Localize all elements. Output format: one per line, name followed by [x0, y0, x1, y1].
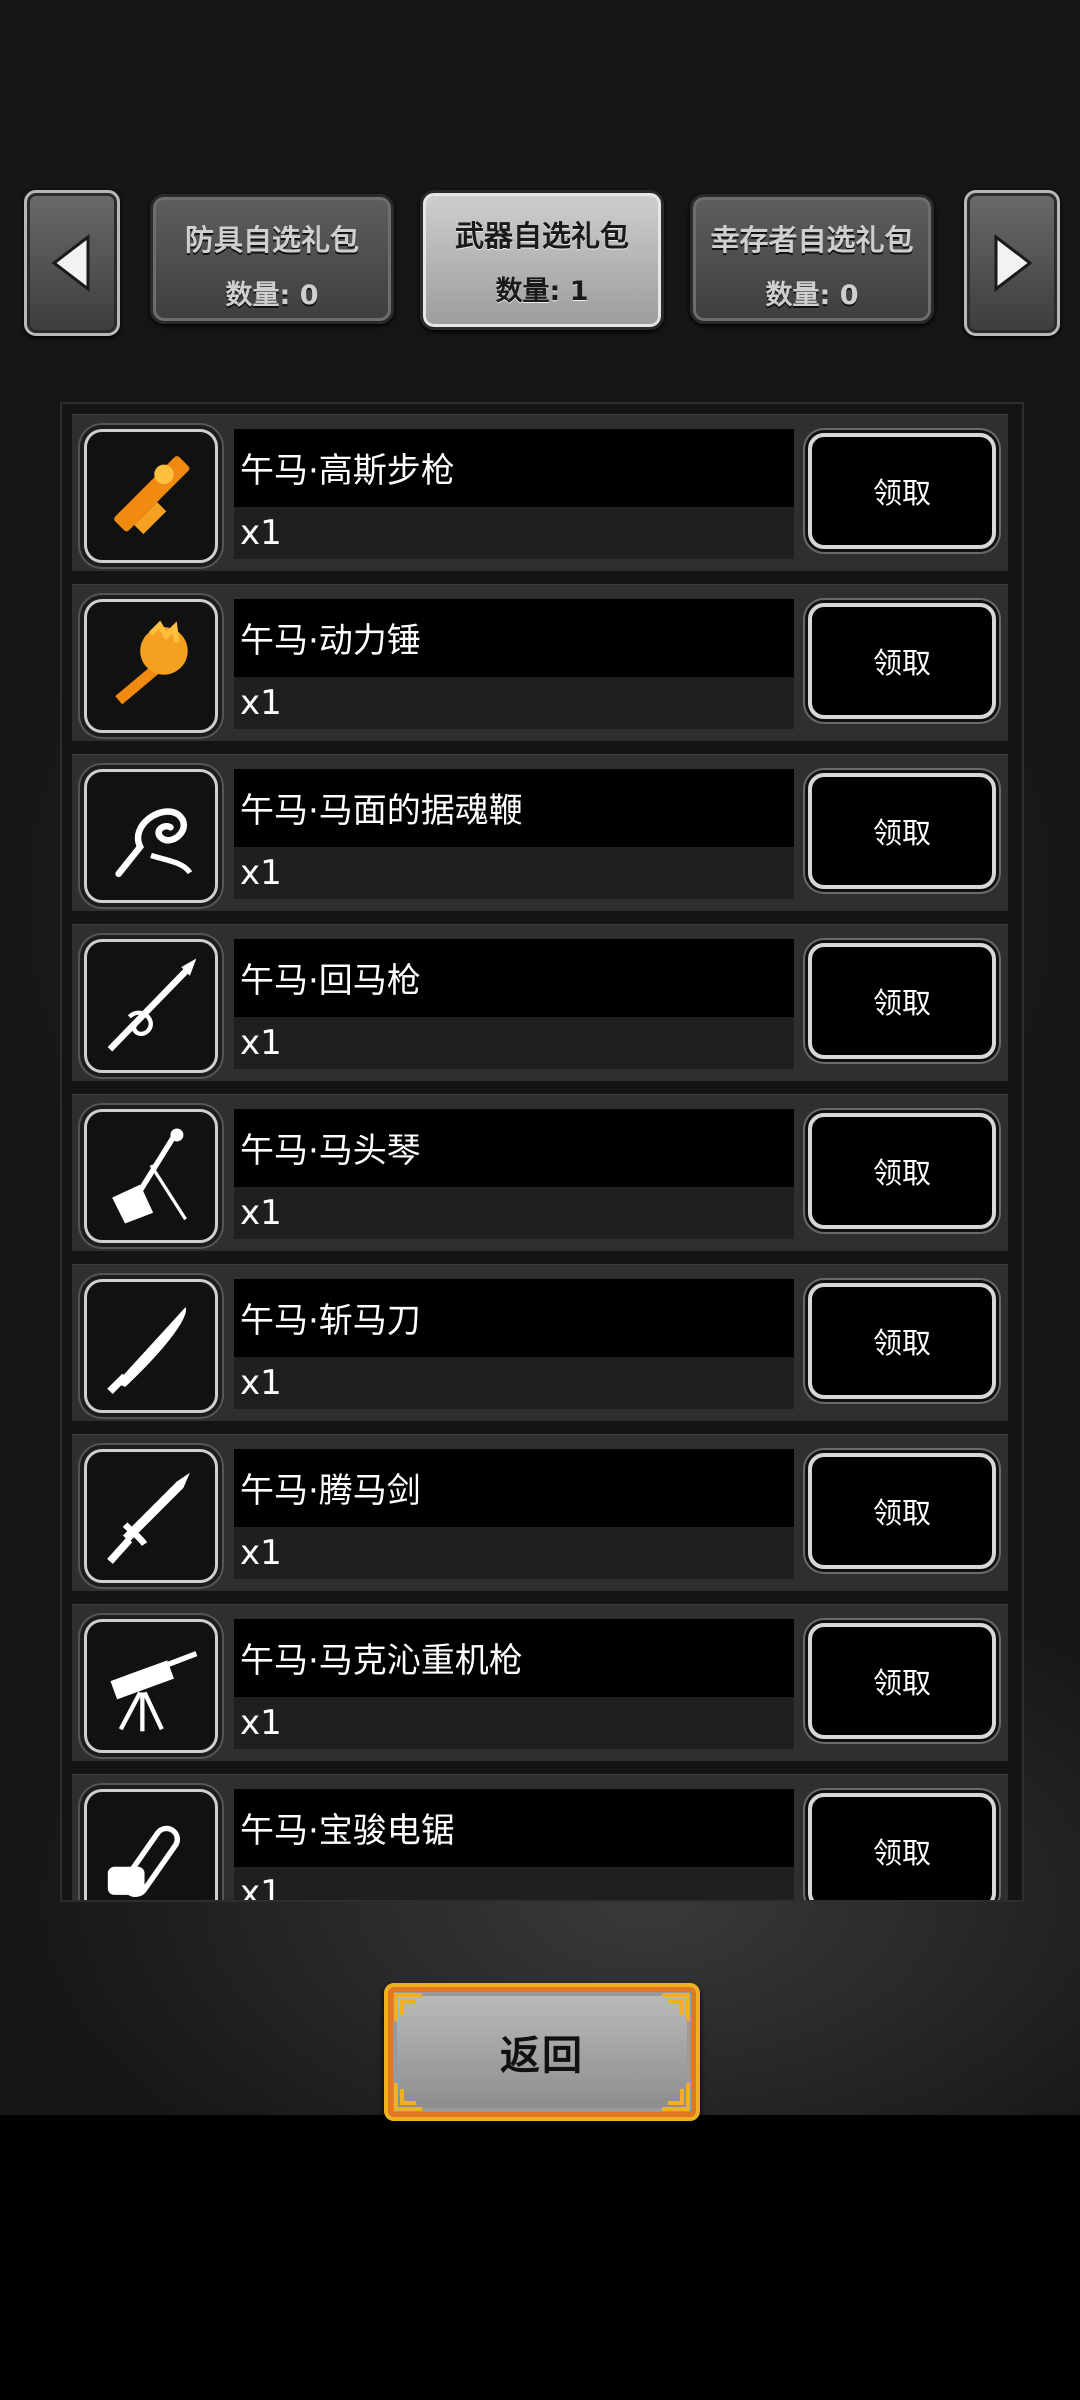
tab-weapon-pack[interactable]: 武器自选礼包 数量: 1 [420, 190, 664, 330]
list-item: 午马·马面的据魂鞭 x1 领取 [72, 754, 1008, 911]
tab-survivor-pack[interactable]: 幸存者自选礼包 数量: 0 [690, 194, 934, 324]
tab-armor-pack[interactable]: 防具自选礼包 数量: 0 [150, 194, 394, 324]
corner-ornament-icon [656, 1991, 692, 2027]
tab-quantity: 数量: 0 [765, 280, 859, 311]
item-name: 午马·回马枪 [240, 961, 421, 1001]
item-quantity: x1 [240, 1873, 282, 1902]
saber-icon [84, 1279, 218, 1413]
item-quantity: x1 [240, 1533, 282, 1573]
item-name: 午马·高斯步枪 [240, 451, 455, 491]
list-item: 午马·马克沁重机枪 x1 领取 [72, 1604, 1008, 1761]
arrow-right-icon [994, 233, 1033, 293]
list-item: 午马·马头琴 x1 领取 [72, 1094, 1008, 1251]
list-item: 午马·斩马刀 x1 领取 [72, 1264, 1008, 1421]
item-name: 午马·马克沁重机枪 [240, 1641, 523, 1681]
list-item: 午马·动力锤 x1 领取 [72, 584, 1008, 741]
claim-button[interactable]: 领取 [808, 1453, 996, 1569]
item-quantity: x1 [240, 853, 282, 893]
tab-title: 武器自选礼包 [454, 219, 629, 253]
item-name: 午马·动力锤 [240, 621, 421, 661]
tab-quantity: 数量: 0 [225, 280, 319, 311]
corner-ornament-icon [656, 2077, 692, 2113]
whip-icon [84, 769, 218, 903]
horsehead-fiddle-icon [84, 1109, 218, 1243]
item-quantity: x1 [240, 1193, 282, 1233]
claim-button[interactable]: 领取 [808, 433, 996, 549]
power-hammer-icon [84, 599, 218, 733]
prev-tab-button[interactable] [24, 190, 120, 336]
claim-button[interactable]: 领取 [808, 1793, 996, 1900]
gauss-rifle-icon [84, 429, 218, 563]
machine-gun-icon [84, 1619, 218, 1753]
claim-button[interactable]: 领取 [808, 603, 996, 719]
weapon-list-panel[interactable]: 午马·高斯步枪 x1 领取 午马·动力锤 x1 领取 午马·马面的据魂鞭 x1 … [60, 402, 1024, 1902]
list-item: 午马·腾马剑 x1 领取 [72, 1434, 1008, 1591]
item-quantity: x1 [240, 513, 282, 553]
tab-title: 幸存者自选礼包 [710, 223, 914, 257]
item-quantity: x1 [240, 1363, 282, 1403]
claim-button[interactable]: 领取 [808, 1283, 996, 1399]
item-name: 午马·马面的据魂鞭 [240, 791, 523, 831]
chainsaw-icon [84, 1789, 218, 1900]
list-item: 午马·高斯步枪 x1 领取 [72, 414, 1008, 571]
next-tab-button[interactable] [964, 190, 1060, 336]
tab-title: 防具自选礼包 [184, 223, 359, 257]
arrow-left-icon [51, 233, 90, 293]
claim-button[interactable]: 领取 [808, 943, 996, 1059]
claim-button[interactable]: 领取 [808, 1113, 996, 1229]
claim-button[interactable]: 领取 [808, 773, 996, 889]
spear-icon [84, 939, 218, 1073]
item-quantity: x1 [240, 1703, 282, 1743]
list-item: 午马·宝骏电锯 x1 领取 [72, 1774, 1008, 1902]
claim-button[interactable]: 领取 [808, 1623, 996, 1739]
sword-icon [84, 1449, 218, 1583]
item-quantity: x1 [240, 1023, 282, 1063]
item-name: 午马·腾马剑 [240, 1471, 421, 1511]
corner-ornament-icon [392, 2077, 428, 2113]
corner-ornament-icon [392, 1991, 428, 2027]
tab-quantity: 数量: 1 [495, 276, 589, 307]
item-name: 午马·斩马刀 [240, 1301, 421, 1341]
item-quantity: x1 [240, 683, 282, 723]
item-name: 午马·马头琴 [240, 1131, 421, 1171]
gift-pack-tab-bar: 防具自选礼包 数量: 0 武器自选礼包 数量: 1 幸存者自选礼包 数量: 0 [0, 190, 1080, 340]
back-button[interactable]: 返回 [384, 1983, 700, 2121]
item-name: 午马·宝骏电锯 [240, 1811, 455, 1851]
list-item: 午马·回马枪 x1 领取 [72, 924, 1008, 1081]
back-label: 返回 [500, 2033, 584, 2079]
